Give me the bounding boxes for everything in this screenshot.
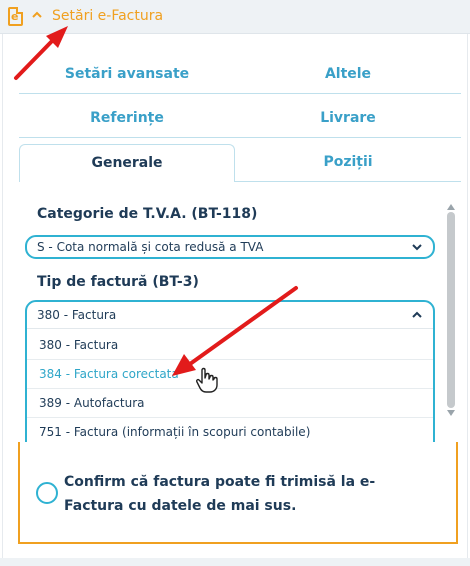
invoice-type-option-hovered[interactable]: 384 - Factura corectata bbox=[27, 360, 433, 389]
invoice-type-selected[interactable]: 380 - Factura bbox=[27, 302, 433, 329]
scrollbar-thumb[interactable] bbox=[447, 212, 455, 408]
efactura-document-icon: e bbox=[8, 7, 23, 26]
confirm-radio[interactable] bbox=[36, 482, 58, 504]
invoice-type-value: 380 - Factura bbox=[37, 308, 117, 322]
tab-positions[interactable]: Poziții bbox=[235, 144, 461, 182]
section-header[interactable]: e Setări e-Factura bbox=[0, 0, 470, 34]
footer-strip bbox=[0, 558, 470, 566]
tab-references[interactable]: Referințe bbox=[19, 100, 235, 138]
panel-scrollbar[interactable] bbox=[444, 204, 458, 416]
vat-category-select[interactable]: S - Cota normală și cota redusă a TVA bbox=[25, 235, 435, 259]
chevron-up-icon[interactable] bbox=[31, 9, 43, 21]
scroll-up-arrow-icon[interactable] bbox=[447, 204, 455, 210]
invoice-type-option[interactable]: 380 - Factura bbox=[27, 331, 433, 360]
tab-delivery[interactable]: Livrare bbox=[235, 100, 461, 138]
vat-category-label: Categorie de T.V.A. (BT-118) bbox=[37, 206, 258, 222]
invoice-type-label: Tip de factură (BT-3) bbox=[37, 274, 199, 290]
invoice-type-dropdown[interactable]: 380 - Factura 380 - Factura 384 - Factur… bbox=[25, 300, 435, 453]
invoice-type-option[interactable]: 389 - Autofactura bbox=[27, 389, 433, 418]
section-title[interactable]: Setări e-Factura bbox=[52, 8, 163, 24]
tab-advanced-settings[interactable]: Setări avansate bbox=[19, 56, 235, 94]
chevron-up-icon bbox=[412, 311, 422, 318]
tab-general[interactable]: Generale bbox=[19, 144, 235, 182]
chevron-down-icon bbox=[412, 244, 422, 251]
tab-other[interactable]: Altele bbox=[235, 56, 461, 94]
confirm-text[interactable]: Confirm că factura poate fi trimisă la e… bbox=[64, 470, 434, 518]
scroll-down-arrow-icon[interactable] bbox=[447, 410, 455, 416]
vat-category-value: S - Cota normală și cota redusă a TVA bbox=[37, 240, 264, 254]
confirm-box: Confirm că factura poate fi trimisă la e… bbox=[18, 442, 458, 544]
